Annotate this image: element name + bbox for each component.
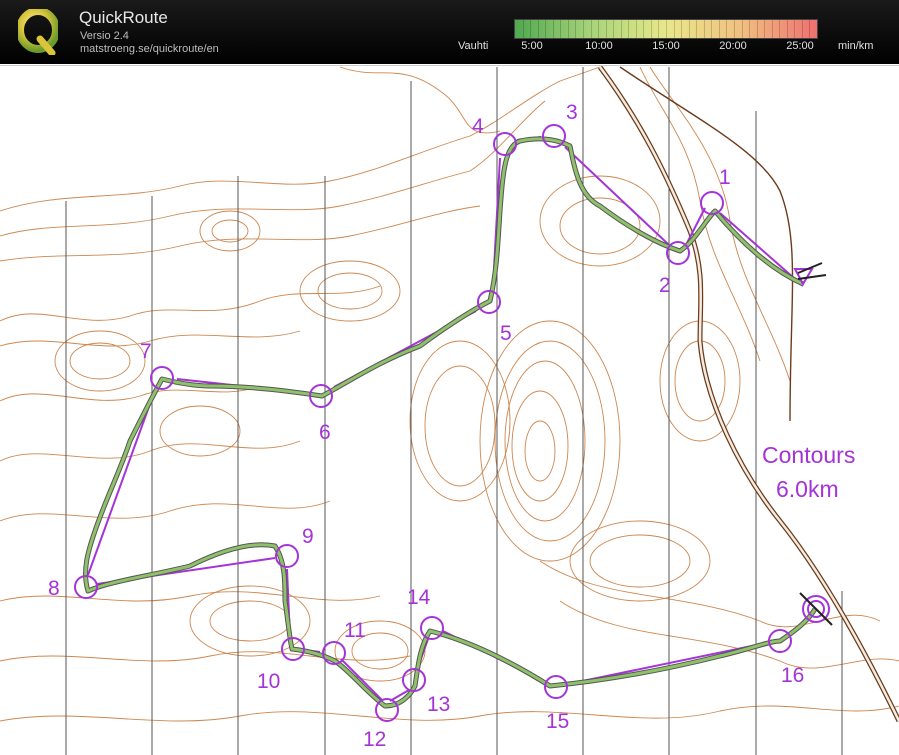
pace-tick-label: 15:00 — [652, 40, 680, 52]
pace-bar-cell-divider — [673, 20, 675, 38]
pace-bar-cell-divider — [545, 20, 547, 38]
quickroute-logo-icon — [18, 9, 58, 55]
app-url: matstroeng.se/quickroute/en — [80, 43, 219, 55]
control-number-3: 3 — [566, 101, 578, 124]
pace-bar-cell-divider — [809, 20, 811, 38]
pace-bar-cell-divider — [718, 20, 720, 38]
control-number-11: 11 — [344, 619, 366, 642]
app-header: QuickRoute Versio 2.4 matstroeng.se/quic… — [0, 0, 899, 64]
course-legs — [87, 136, 807, 702]
pace-tick-label: 20:00 — [719, 40, 747, 52]
app-title: QuickRoute — [79, 8, 168, 27]
pace-bar-cell-divider — [756, 20, 758, 38]
control-number-4: 4 — [472, 115, 484, 138]
pace-tick-label: 25:00 — [786, 40, 814, 52]
control-circle-2 — [666, 241, 690, 265]
pace-scale-label: Vauhti — [458, 40, 489, 52]
pace-bar-cell-divider — [794, 20, 796, 38]
control-circle-14 — [420, 616, 444, 640]
pace-color-bar — [514, 19, 818, 39]
road — [597, 66, 899, 723]
pace-bar-cell-divider — [537, 20, 539, 38]
pace-bar-cell-divider — [726, 20, 728, 38]
pace-tick-label: 10:00 — [585, 40, 613, 52]
pace-bar-cell-divider — [635, 20, 637, 38]
map-info-line1: Contours — [762, 442, 855, 468]
gps-route — [83, 136, 818, 709]
control-number-1: 1 — [719, 166, 731, 189]
control-number-13: 13 — [427, 693, 450, 716]
pace-bar-cell-divider — [598, 20, 600, 38]
pace-bar-cell-divider — [582, 20, 584, 38]
pace-bar-cell-divider — [590, 20, 592, 38]
pace-bar-cell-divider — [643, 20, 645, 38]
terrain-contours — [0, 66, 899, 722]
pace-bar-cell-divider — [628, 20, 630, 38]
control-number-5: 5 — [500, 322, 512, 345]
pace-bar-cell-divider — [779, 20, 781, 38]
pace-bar-cell-divider — [786, 20, 788, 38]
control-circle-3 — [542, 124, 566, 148]
control-circle-12 — [375, 698, 399, 722]
pace-bar-cell-divider — [749, 20, 751, 38]
pace-bar-cell-divider — [733, 20, 735, 38]
pace-bar-cell-divider — [620, 20, 622, 38]
control-number-10: 10 — [257, 670, 280, 693]
control-number-14: 14 — [407, 586, 431, 609]
control-number-16: 16 — [781, 664, 804, 687]
pace-bar-cell-divider — [522, 20, 524, 38]
control-numbers: 1 2 3 4 5 6 7 8 9 10 11 12 13 14 15 16 — [48, 101, 804, 751]
pace-bar-cell-divider — [771, 20, 773, 38]
pace-bar-cell-divider — [801, 20, 803, 38]
app-version: Versio 2.4 — [80, 30, 129, 42]
control-number-9: 9 — [302, 525, 314, 548]
pace-bar-cell-divider — [711, 20, 713, 38]
map-canvas[interactable]: 1 2 3 4 5 6 7 8 9 10 11 12 13 14 15 16 C… — [0, 66, 899, 755]
pace-bar-cell-divider — [764, 20, 766, 38]
pace-bar-cell-divider — [688, 20, 690, 38]
pace-bar-cell-divider — [605, 20, 607, 38]
control-number-7: 7 — [140, 340, 152, 363]
pace-bar-cell-divider — [650, 20, 652, 38]
control-number-8: 8 — [48, 577, 60, 600]
pace-bar-cell-divider — [703, 20, 705, 38]
pace-tick-label: 5:00 — [521, 40, 543, 52]
control-number-6: 6 — [319, 421, 331, 444]
pace-bar-cell-divider — [552, 20, 554, 38]
pace-bar-cell-divider — [696, 20, 698, 38]
pace-bar-cell-divider — [681, 20, 683, 38]
pace-bar-cell-divider — [567, 20, 569, 38]
orienteering-map[interactable]: 1 2 3 4 5 6 7 8 9 10 11 12 13 14 15 16 C… — [0, 65, 899, 755]
control-number-15: 15 — [546, 710, 569, 733]
pace-bar-cell-divider — [666, 20, 667, 38]
pace-bar-cell-divider — [560, 20, 562, 38]
pace-unit-label: min/km — [838, 40, 874, 52]
pace-bar-cell-divider — [530, 20, 532, 38]
pace-bar-cell-divider — [575, 20, 577, 38]
control-number-2: 2 — [659, 274, 671, 297]
control-number-12: 12 — [363, 728, 386, 751]
pace-bar-cell-divider — [658, 20, 660, 38]
pace-bar-cell-divider — [613, 20, 615, 38]
pace-bar-cell-divider — [741, 20, 743, 38]
map-info-line2: 6.0km — [776, 476, 839, 502]
